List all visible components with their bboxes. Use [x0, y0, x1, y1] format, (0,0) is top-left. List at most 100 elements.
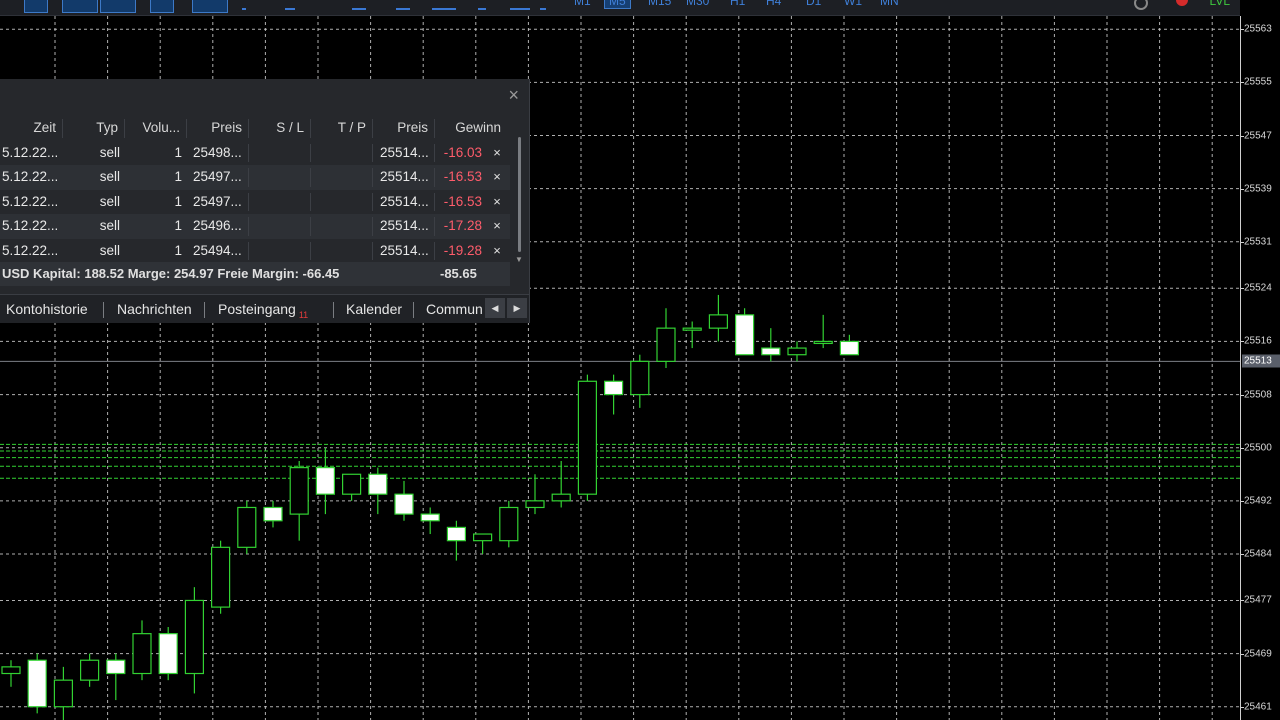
unread-badge: 11 [298, 310, 309, 320]
column-divider [248, 168, 249, 187]
column-divider[interactable] [124, 119, 125, 138]
candle-body-down [603, 380, 624, 396]
close-panel-button[interactable]: × [508, 86, 519, 104]
vertical-line-icon[interactable] [242, 0, 246, 10]
column-divider [310, 241, 311, 260]
record-icon[interactable] [1176, 0, 1188, 6]
fibonacci-icon[interactable] [432, 0, 456, 10]
new-window-button[interactable] [24, 0, 48, 13]
arrow-icon[interactable] [478, 0, 486, 10]
col-header-time[interactable]: Zeit [0, 116, 56, 141]
column-divider[interactable] [248, 119, 249, 138]
column-divider [310, 192, 311, 211]
shapes-icon[interactable] [510, 0, 530, 10]
close-position-button[interactable]: × [489, 214, 505, 239]
column-divider [372, 168, 373, 187]
col-header-tp[interactable]: T / P [312, 116, 366, 141]
chart-type-bars-button[interactable] [100, 0, 136, 13]
cell-profit: -17.28 [443, 218, 482, 233]
tab-community[interactable]: Commun [426, 295, 484, 323]
candle-body-down [315, 467, 335, 495]
more-tools-icon[interactable] [540, 0, 546, 10]
column-divider [434, 241, 435, 260]
timeframe-m30[interactable]: M30 [686, 0, 709, 8]
close-position-button[interactable]: × [489, 141, 505, 166]
column-divider[interactable] [310, 119, 311, 138]
cell-volume: 1 [174, 144, 182, 160]
timeframe-mn[interactable]: MN [880, 0, 899, 8]
tabs-next-button[interactable]: ▶ [507, 298, 527, 318]
candle-body-up [289, 467, 309, 515]
chart-type-candles-button[interactable] [62, 0, 98, 13]
timeframe-m5[interactable]: M5 [604, 0, 631, 9]
close-position-button[interactable]: × [489, 239, 505, 264]
candle-body-up [79, 659, 100, 681]
cell-profit: -16.53 [443, 193, 482, 209]
col-header-price[interactable]: Preis [374, 116, 428, 141]
cell-type: sell [99, 242, 120, 258]
cell-type: sell [99, 193, 120, 209]
zoom-button[interactable] [150, 0, 174, 13]
candle-body-up [499, 506, 519, 542]
column-divider [372, 217, 373, 236]
price-axis: 25513 25563 25555 25547 25539 25531 25524 2551… [1240, 16, 1280, 720]
column-divider [310, 168, 311, 187]
table-header: Zeit Typ Volu... Preis S / L T / P Preis… [0, 116, 510, 141]
timeframe-w1[interactable]: W1 [844, 0, 862, 8]
cell-price: 25514... [380, 193, 429, 209]
table-row[interactable]: 5.12.22... sell 1 25497... 25514... -16.… [0, 165, 510, 190]
search-icon[interactable] [1134, 0, 1148, 10]
tab-kalender[interactable]: Kalender [346, 295, 402, 323]
price-label: 25461 [1244, 701, 1272, 713]
column-divider[interactable] [62, 119, 63, 138]
column-divider [434, 168, 435, 187]
table-row[interactable]: 5.12.22... sell 1 25498... 25514... -16.… [0, 141, 510, 166]
timeframe-m1[interactable]: M1 [574, 0, 591, 8]
price-label: 25477 [1244, 594, 1272, 606]
cell-open-price: 25497... [193, 169, 242, 184]
candle-body-down [446, 526, 466, 542]
table-row[interactable]: 5.12.22... sell 1 25497... 25514... -16.… [0, 190, 510, 215]
col-header-type[interactable]: Typ [66, 116, 118, 141]
col-header-open-price[interactable]: Preis [190, 116, 242, 141]
timeframe-m15[interactable]: M15 [648, 0, 671, 8]
horizontal-line-icon[interactable] [285, 0, 295, 10]
close-position-button[interactable]: × [489, 190, 505, 215]
crosshair-button[interactable] [192, 0, 228, 13]
close-position-button[interactable]: × [489, 165, 505, 190]
current-price-label: 25513 [1242, 354, 1280, 368]
tab-kontohistorie[interactable]: Kontohistorie [6, 295, 88, 323]
timeframe-h4[interactable]: H4 [766, 0, 781, 8]
candles [1, 294, 860, 720]
scrollbar-thumb[interactable] [518, 137, 521, 252]
col-header-sl[interactable]: S / L [250, 116, 304, 141]
column-divider[interactable] [434, 119, 435, 138]
table-scrollbar[interactable]: ▼ [515, 137, 523, 264]
trendline-icon[interactable] [352, 0, 366, 10]
cell-volume: 1 [174, 218, 182, 233]
price-label: 25531 [1244, 236, 1272, 248]
tabs-prev-button[interactable]: ◀ [485, 298, 505, 318]
scroll-down-icon[interactable]: ▼ [515, 255, 523, 264]
candle-body-down [761, 347, 781, 356]
tab-posteingang[interactable]: Posteingang 11 [218, 295, 308, 323]
cell-volume: 1 [174, 242, 182, 258]
total-profit: -85.65 [440, 266, 477, 281]
table-row[interactable]: 5.12.22... sell 1 25494... 25514... -19.… [0, 239, 510, 264]
column-divider[interactable] [372, 119, 373, 138]
channel-icon[interactable] [396, 0, 410, 10]
level-indicator: LVL [1209, 0, 1230, 8]
timeframe-d1[interactable]: D1 [806, 0, 821, 8]
cell-open-price: 25494... [193, 242, 242, 258]
column-divider[interactable] [186, 119, 187, 138]
cell-price: 25514... [380, 169, 429, 184]
timeframe-h1[interactable]: H1 [730, 0, 745, 8]
candle-body-up [211, 546, 231, 608]
col-header-profit[interactable]: Gewinn [436, 116, 501, 141]
table-row[interactable]: 5.12.22... sell 1 25496... 25514... -17.… [0, 214, 510, 239]
cell-volume: 1 [174, 193, 182, 209]
tab-nachrichten[interactable]: Nachrichten [117, 295, 192, 323]
col-header-volume[interactable]: Volu... [128, 116, 180, 141]
price-label: 25469 [1244, 648, 1272, 660]
column-divider [248, 217, 249, 236]
